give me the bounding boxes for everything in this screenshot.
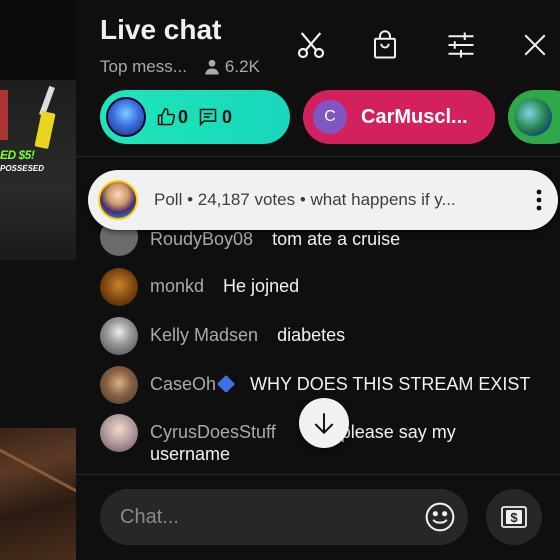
super-chat-button[interactable]: $ [486, 489, 542, 545]
chat-message: CyrusDoesStuff please say my username [100, 414, 490, 465]
avatar [100, 366, 138, 404]
video-promo-text: ED $5! [0, 148, 35, 162]
person-icon [205, 59, 219, 75]
poll-text: Poll • 24,187 votes • what happens if y.… [154, 190, 456, 209]
poll-banner[interactable]: Poll • 24,187 votes • what happens if y.… [88, 170, 558, 230]
super-chat-icon: $ [501, 506, 527, 528]
chat-title: Live chat [100, 14, 222, 45]
likes-count: 0 [178, 106, 189, 127]
supporter-chip[interactable]: C CarMuscl... [303, 90, 495, 144]
filter-sliders-icon[interactable] [444, 28, 478, 62]
chat-message: monkd He jojned [100, 268, 299, 306]
message-text: WHY DOES THIS STREAM EXIST [250, 374, 531, 394]
divider [76, 156, 560, 157]
scissors-icon[interactable] [294, 28, 328, 62]
avatar [98, 180, 138, 220]
close-icon[interactable] [518, 28, 552, 62]
arrow-down-icon [314, 413, 334, 435]
divider [76, 474, 560, 475]
message-text: tom ate a cruise [272, 229, 401, 249]
emoji-icon[interactable] [424, 501, 456, 533]
message-text: diabetes [277, 325, 346, 345]
message-author[interactable]: RoudyBoy08 [150, 229, 253, 249]
supporter-chip[interactable]: 0 0 [100, 90, 290, 144]
message-author[interactable]: Kelly Madsen [150, 325, 258, 345]
message-author[interactable]: CaseOh [150, 374, 216, 394]
supporter-chip[interactable] [508, 90, 560, 144]
comment-icon [199, 108, 217, 127]
avatar [106, 97, 146, 137]
more-vert-icon[interactable] [536, 189, 542, 211]
pinned-chips-row: 0 0 C CarMuscl... [76, 88, 560, 146]
avatar [514, 98, 552, 136]
video-frame-dark [0, 0, 76, 80]
avatar [100, 317, 138, 355]
chat-mode-selector[interactable]: Top mess... 6.2K [100, 57, 260, 77]
likes-stat: 0 [156, 107, 188, 128]
svg-text:$: $ [510, 510, 518, 525]
thumbs-up-icon [157, 107, 176, 126]
avatar [100, 268, 138, 306]
message-author[interactable]: monkd [150, 276, 204, 296]
chat-mode-label: Top mess... [100, 57, 187, 76]
video-frame-dark [0, 260, 76, 430]
comments-count: 0 [222, 106, 233, 127]
shopping-bag-icon[interactable] [368, 28, 402, 62]
viewer-count: 6.2K [224, 57, 260, 76]
avatar: C [313, 100, 347, 134]
chat-input-container [100, 489, 468, 545]
message-author[interactable]: CyrusDoesStuff [150, 422, 276, 442]
video-frame-desk [0, 428, 76, 560]
chat-header: Live chat Top mess... 6.2K [76, 0, 560, 88]
comments-stat: 0 [198, 107, 232, 128]
chat-input[interactable] [120, 501, 400, 533]
video-frame-object [0, 90, 8, 140]
message-text: He jojned [223, 276, 300, 296]
live-chat-panel: Live chat Top mess... 6.2K 0 0 C CarMusc… [76, 0, 560, 560]
video-player-edge[interactable]: ED $5! POSSESED [0, 0, 76, 560]
scroll-to-bottom-button[interactable] [299, 398, 349, 448]
avatar [100, 414, 138, 452]
chat-message: Kelly Madsen diabetes [100, 317, 345, 355]
supporter-name: CarMuscl... [361, 105, 468, 128]
verified-badge-icon [216, 374, 236, 394]
video-promo-subtext: POSSESED [0, 164, 45, 173]
